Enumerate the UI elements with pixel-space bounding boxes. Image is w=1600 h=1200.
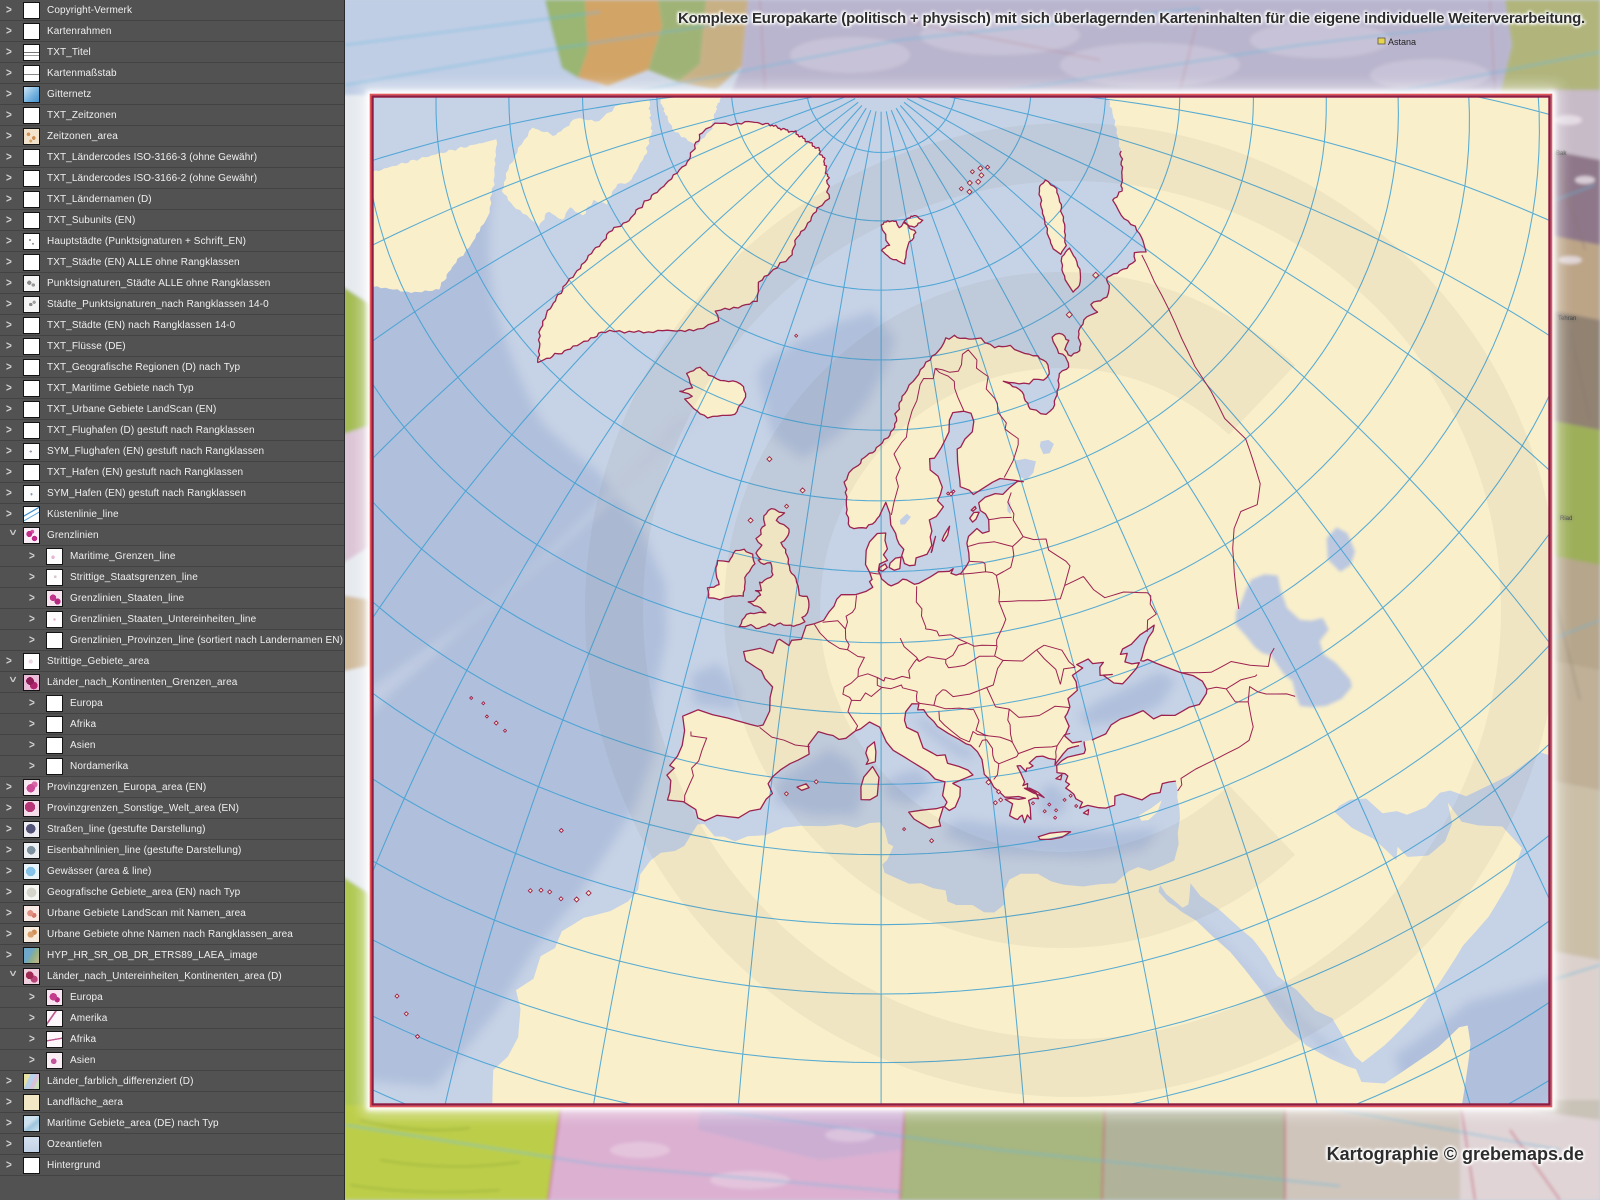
svg-text:Riad: Riad	[1560, 516, 1572, 522]
svg-text:Astana: Astana	[1388, 37, 1416, 47]
svg-text:Tehran: Tehran	[1558, 316, 1576, 322]
